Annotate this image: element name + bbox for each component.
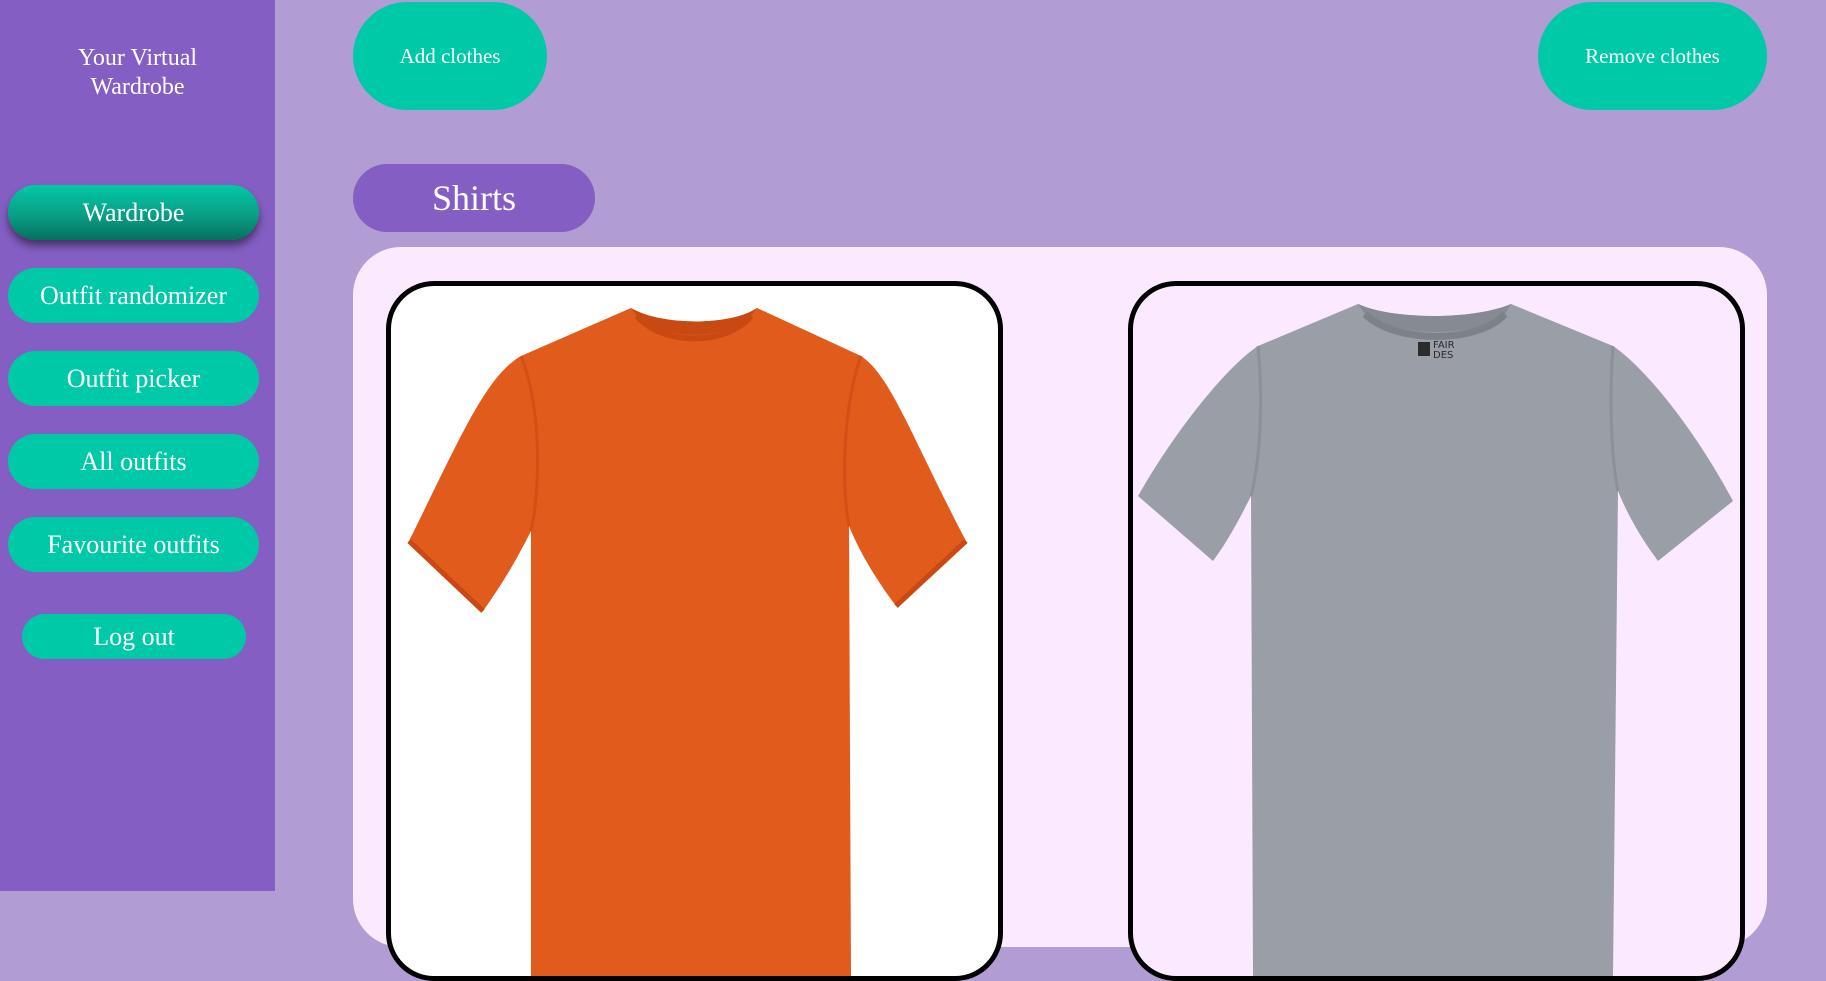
nav-wardrobe-button[interactable]: Wardrobe [8, 185, 259, 240]
clothes-panel: FAIR DES [353, 247, 1767, 981]
remove-clothes-button[interactable]: Remove clothes [1538, 2, 1767, 110]
orange-tshirt-image [407, 308, 968, 976]
clothing-card[interactable]: FAIR DES [1128, 281, 1745, 981]
app-title: Your Virtual Wardrobe [0, 44, 275, 102]
grey-tshirt-image: FAIR DES [1138, 304, 1733, 976]
nav-outfit-randomizer-button[interactable]: Outfit randomizer [8, 268, 259, 323]
nav-all-outfits-button[interactable]: All outfits [8, 434, 259, 489]
category-label-shirts: Shirts [353, 164, 595, 232]
sidebar: Your Virtual Wardrobe Wardrobe Outfit ra… [0, 0, 275, 891]
app-title-line-2: Wardrobe [90, 74, 185, 100]
nav-outfit-picker-button[interactable]: Outfit picker [8, 351, 259, 406]
add-clothes-button[interactable]: Add clothes [353, 2, 547, 110]
logout-button[interactable]: Log out [22, 614, 246, 659]
clothing-card[interactable] [386, 281, 1003, 981]
svg-text:DES: DES [1433, 350, 1453, 361]
nav-favourite-outfits-button[interactable]: Favourite outfits [8, 517, 259, 572]
app-title-line-1: Your Virtual [77, 45, 198, 71]
